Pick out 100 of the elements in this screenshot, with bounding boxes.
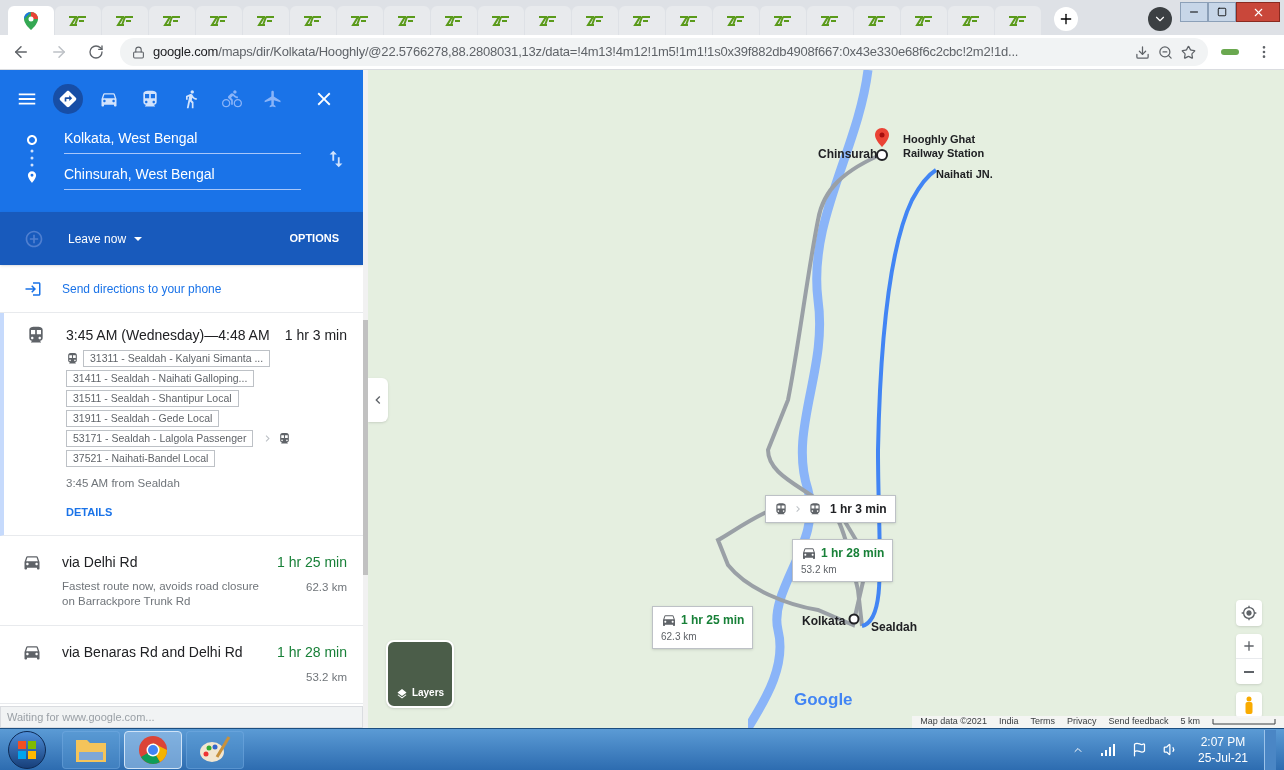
train-line-label: 31411 - Sealdah - Naihati Galloping... (66, 370, 255, 387)
route-distance: 53.2 km (306, 670, 347, 686)
place-label[interactable]: Hooghly Ghat Railway Station (903, 132, 998, 160)
add-stop-icon[interactable] (24, 228, 44, 249)
place-label[interactable]: Sealdah (871, 618, 918, 636)
signal-icon[interactable] (1099, 743, 1116, 756)
site-favicon-icon (726, 14, 746, 27)
train-line-label: 31311 - Sealdah - Kalyani Simanta ... (83, 350, 271, 367)
route-name: via Benaras Rd and Delhi Rd (62, 643, 243, 663)
browser-tab[interactable] (8, 6, 54, 35)
browser-tab[interactable] (55, 6, 101, 35)
callout-duration: 1 hr 28 min (821, 545, 885, 562)
site-favicon-icon (632, 14, 652, 27)
new-tab-button[interactable] (1054, 7, 1078, 31)
site-favicon-icon (303, 14, 323, 27)
site-favicon-icon (491, 14, 511, 27)
route-callout[interactable]: 1 hr 28 min 53.2 km (792, 539, 894, 582)
browser-tab[interactable] (431, 6, 477, 35)
browser-tab[interactable] (995, 6, 1041, 35)
site-favicon-icon (350, 14, 370, 27)
destination-field[interactable]: Chinsurah, West Bengal (63, 164, 301, 190)
maximize-button[interactable] (1208, 2, 1236, 22)
origin-marker-icon (848, 613, 860, 625)
options-button[interactable]: OPTIONS (289, 230, 339, 247)
callout-duration: 1 hr 3 min (830, 501, 887, 518)
train-icon (774, 502, 788, 516)
site-favicon-icon (914, 14, 934, 27)
action-center-flag-icon[interactable] (1131, 742, 1147, 757)
browser-tab[interactable] (760, 6, 806, 35)
route-callout[interactable]: 1 hr 3 min (765, 495, 896, 523)
map-footer-link[interactable]: Send feedback (1108, 715, 1169, 728)
route-duration: 1 hr 3 min (284, 326, 347, 345)
layers-button[interactable]: Layers (386, 640, 454, 708)
clock-date[interactable]: 25-Jul-21 (1197, 749, 1248, 766)
route-duration: 1 hr 25 min (276, 553, 347, 573)
train-icon (66, 352, 79, 365)
leave-now-dropdown[interactable]: Leave now (68, 229, 143, 248)
site-favicon-icon (679, 14, 699, 27)
address-field[interactable]: google.com/maps/dir/Kolkata/Hooghly/@22.5766278,88.2808031,13z/data=!4m13!4m12!1m5!1m1!1s0x39f882db4908f667:0x43e330e68f6c2cbc!2m2!1d... (120, 38, 1208, 66)
plus-icon (1241, 638, 1257, 654)
maximize-icon (1217, 7, 1227, 17)
taskbar-app-button[interactable] (124, 730, 182, 769)
browser-tab[interactable] (572, 6, 618, 35)
route-note: Fastest route now, avoids road closure on Barrackpore Trunk Rd (62, 579, 260, 610)
scale-label: 5 km (1180, 715, 1200, 728)
zoom-out-icon[interactable] (1158, 44, 1173, 60)
browser-tab[interactable] (384, 6, 430, 35)
site-favicon-icon (961, 14, 981, 27)
tab-search-button[interactable] (1148, 7, 1172, 31)
callout-distance: 62.3 km (661, 630, 698, 644)
origin-icon (25, 134, 38, 146)
extension-icon[interactable] (1220, 47, 1240, 57)
street-view-button[interactable] (1236, 692, 1262, 718)
minimize-button[interactable] (1180, 2, 1208, 22)
details-link[interactable]: DETAILS (66, 504, 113, 521)
my-location-button[interactable] (1236, 600, 1262, 626)
route-duration: 1 hr 28 min (276, 643, 347, 663)
send-to-phone-link[interactable]: Send directions to your phone (0, 265, 363, 313)
show-desktop-button[interactable] (1264, 729, 1276, 770)
map-footer-link[interactable]: India (998, 715, 1019, 728)
browser-tab[interactable] (619, 6, 665, 35)
route-name: via Delhi Rd (62, 553, 138, 573)
browser-tab[interactable] (243, 6, 289, 35)
lock-icon (132, 45, 145, 59)
browser-tab[interactable] (901, 6, 947, 35)
browser-tab[interactable] (290, 6, 336, 35)
taskbar-app-button[interactable] (62, 730, 120, 769)
browser-tab[interactable] (102, 6, 148, 35)
taskbar-app-button[interactable] (186, 730, 244, 769)
car-icon (801, 545, 817, 561)
browser-tab[interactable] (666, 6, 712, 35)
download-icon[interactable] (1135, 44, 1150, 60)
browser-tab[interactable] (337, 6, 383, 35)
browser-tab[interactable] (525, 6, 571, 35)
browser-tab[interactable] (807, 6, 853, 35)
browser-tab[interactable] (478, 6, 524, 35)
dots-icon (29, 148, 34, 168)
browser-tab[interactable] (713, 6, 759, 35)
train-icon (26, 325, 46, 345)
departure-note: 3:45 AM from Sealdah (66, 476, 181, 491)
start-button[interactable] (8, 730, 46, 769)
origin-field[interactable]: Kolkata, West Bengal (63, 128, 301, 154)
directions-icon[interactable] (53, 84, 83, 114)
train-icon (808, 502, 822, 516)
callout-duration: 1 hr 25 min (681, 612, 745, 629)
route-distance: 62.3 km (306, 580, 347, 596)
place-label[interactable]: Naihati JN. (936, 166, 993, 183)
place-label[interactable]: Chinsurah (818, 145, 878, 163)
place-label[interactable]: Kolkata (802, 612, 846, 630)
close-button[interactable] (1236, 2, 1280, 22)
browser-tab[interactable] (149, 6, 195, 35)
browser-tab[interactable] (854, 6, 900, 35)
browser-tab[interactable] (196, 6, 242, 35)
map-footer-link[interactable]: Terms (1030, 715, 1055, 728)
browser-tab[interactable] (948, 6, 994, 35)
map-pin-icon (24, 11, 38, 30)
site-favicon-icon (773, 14, 793, 27)
map-footer-link[interactable]: Privacy (1066, 715, 1097, 728)
route-callout[interactable]: 1 hr 25 min 62.3 km (652, 606, 754, 649)
bookmark-star-icon[interactable] (1181, 44, 1196, 60)
